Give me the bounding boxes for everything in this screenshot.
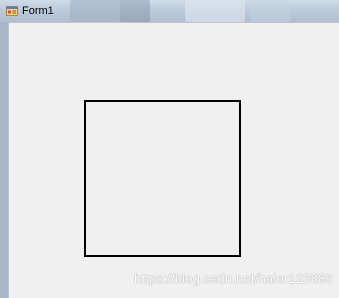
title-bar-glass bbox=[185, 0, 245, 22]
title-bar-glass bbox=[250, 0, 290, 22]
title-bar[interactable]: Form1 bbox=[0, 0, 339, 22]
title-bar-glass bbox=[120, 0, 150, 22]
form-client-area[interactable] bbox=[8, 22, 339, 298]
watermark-text: https://blog.csdn.net/haier123888 bbox=[134, 271, 333, 286]
title-bar-glass bbox=[70, 0, 120, 22]
form-app-icon[interactable] bbox=[6, 5, 18, 17]
form1-window[interactable]: Form1 https://blog.csdn.net/haier123888 bbox=[0, 0, 339, 298]
window-title: Form1 bbox=[22, 5, 54, 17]
drawn-rectangle bbox=[84, 100, 241, 257]
